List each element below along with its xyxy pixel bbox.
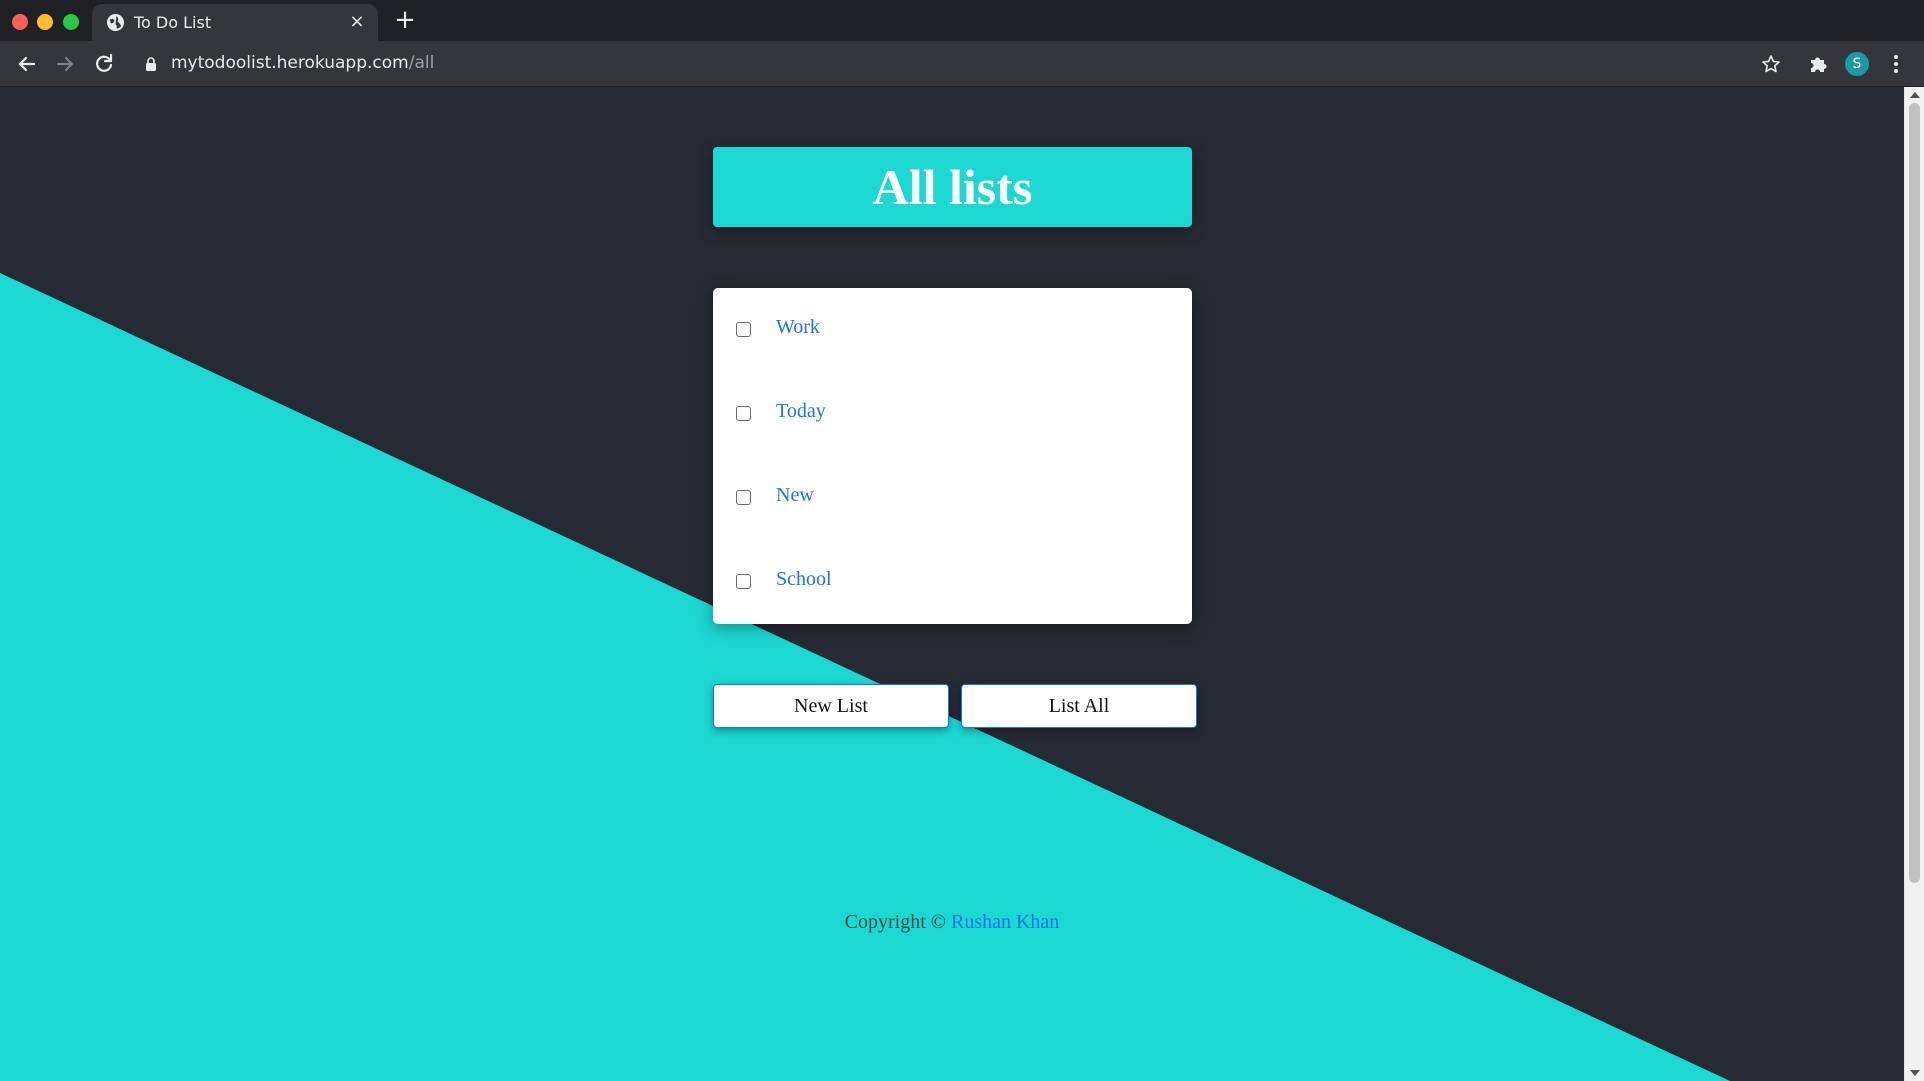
extensions-puzzle-icon[interactable] [1803, 49, 1833, 79]
profile-avatar[interactable]: S [1845, 52, 1869, 76]
window-minimize-button[interactable] [37, 14, 53, 30]
page-title: All lists [872, 159, 1033, 215]
list-checkbox[interactable] [736, 406, 751, 421]
list-item: Work [713, 288, 1192, 372]
scroll-up-arrow-icon[interactable] [1910, 92, 1920, 98]
list-all-button[interactable]: List All [961, 684, 1197, 728]
forward-arrow-icon[interactable] [50, 49, 80, 79]
lock-icon[interactable] [145, 56, 157, 72]
url-path: /all [408, 53, 435, 73]
browser-toolbar: mytodoolist.herokuapp.com/all S [0, 41, 1924, 87]
copyright-text: Copyright © [844, 911, 946, 933]
list-item: School [713, 540, 1192, 624]
new-list-button[interactable]: New List [713, 684, 949, 728]
page-scrollbar[interactable] [1904, 87, 1924, 1081]
window-close-button[interactable] [12, 14, 28, 30]
page-viewport: All lists Work Today New School New List… [0, 87, 1904, 1081]
browser-tab-strip: To Do List × + [0, 0, 1924, 41]
address-bar[interactable]: mytodoolist.herokuapp.com/all [171, 53, 434, 73]
list-item: New [713, 456, 1192, 540]
reload-icon[interactable] [89, 49, 119, 79]
list-checkbox[interactable] [736, 574, 751, 589]
kebab-menu-icon[interactable] [1881, 49, 1911, 79]
globe-icon [106, 13, 125, 32]
scrollbar-thumb[interactable] [1909, 103, 1920, 883]
tab-close-icon[interactable]: × [346, 11, 368, 33]
list-link-work[interactable]: Work [776, 316, 820, 339]
window-maximize-button[interactable] [63, 14, 79, 30]
url-host: mytodoolist.herokuapp.com [171, 53, 409, 73]
list-link-new[interactable]: New [776, 484, 814, 507]
tab-title: To Do List [134, 13, 212, 32]
scroll-down-arrow-icon[interactable] [1910, 1070, 1920, 1076]
back-arrow-icon[interactable] [12, 49, 42, 79]
list-checkbox[interactable] [736, 322, 751, 337]
author-link[interactable]: Rushan Khan [951, 911, 1059, 933]
page-header: All lists [713, 147, 1192, 227]
lists-card: Work Today New School [713, 288, 1192, 624]
page-footer: Copyright © Rushan Khan [0, 911, 1904, 934]
list-link-today[interactable]: Today [776, 400, 826, 423]
list-link-school[interactable]: School [776, 568, 832, 591]
new-tab-button[interactable]: + [392, 7, 418, 33]
list-item: Today [713, 372, 1192, 456]
list-checkbox[interactable] [736, 490, 751, 505]
browser-tab[interactable]: To Do List × [92, 4, 378, 41]
bookmark-star-icon[interactable] [1756, 49, 1786, 79]
